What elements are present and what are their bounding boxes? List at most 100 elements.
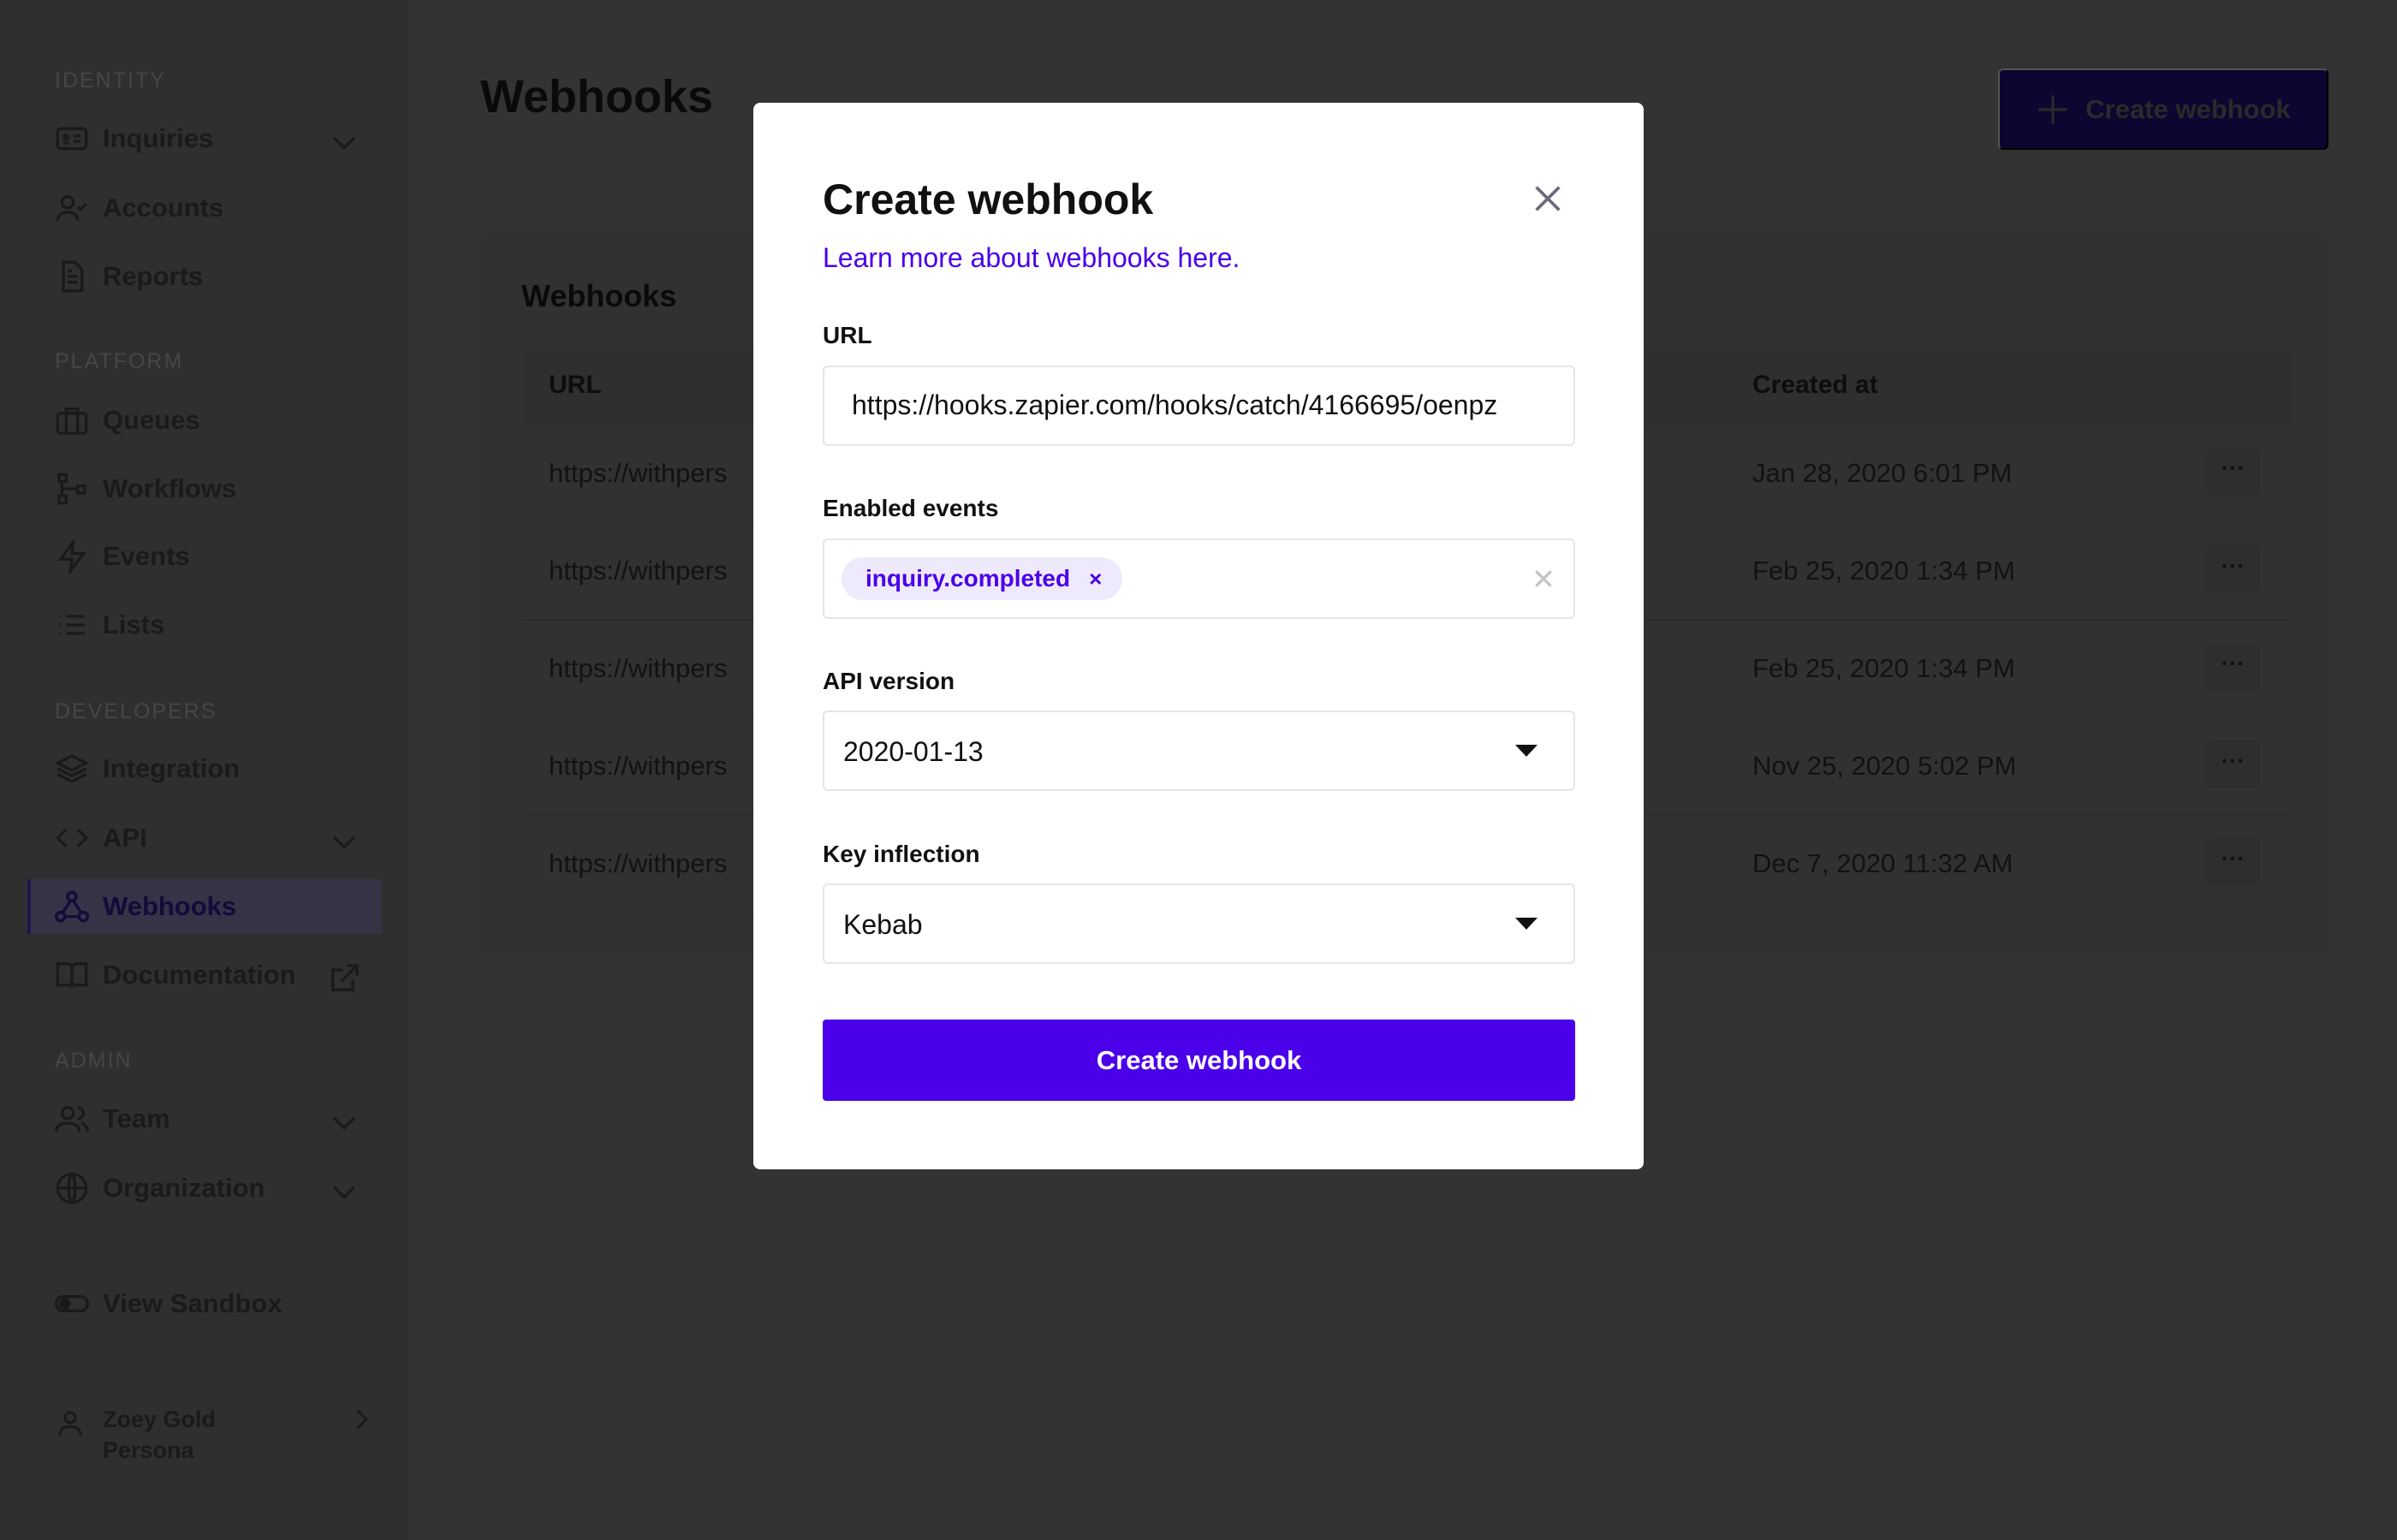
row-created-at: Jan 28, 2020 6:01 PM: [1752, 458, 2013, 488]
api-version-select[interactable]: 2020-01-13: [823, 711, 1575, 791]
sidebar-item-label: Documentation: [103, 960, 296, 990]
sidebar-item-label: Queues: [103, 405, 200, 435]
row-created-at: Dec 7, 2020 11:32 AM: [1752, 848, 2013, 878]
webhook-icon: [55, 890, 89, 923]
create-webhook-button[interactable]: Create webhook: [1998, 68, 2329, 150]
chevron-down-icon[interactable]: [327, 1174, 361, 1209]
code-icon: [55, 828, 89, 848]
enabled-events-label: Enabled events: [823, 495, 999, 521]
row-url: https://withpers: [549, 556, 728, 586]
document-icon: [62, 260, 84, 293]
event-chip-label: inquiry.completed: [865, 565, 1071, 592]
row-url: https://withpers: [549, 751, 728, 781]
submit-create-webhook-button[interactable]: Create webhook: [823, 1020, 1575, 1101]
sidebar-item-label: Inquiries: [103, 123, 214, 153]
sidebar-item-label: Accounts: [103, 193, 224, 223]
sidebar-item-label: Organization: [103, 1173, 265, 1203]
row-url: https://withpers: [549, 653, 728, 683]
external-link-icon[interactable]: [327, 961, 361, 996]
row-created-at: Nov 25, 2020 5:02 PM: [1752, 751, 2017, 781]
row-menu-button[interactable]: ···: [2206, 643, 2260, 691]
section-platform: PLATFORM: [55, 349, 184, 373]
remove-chip-icon[interactable]: ×: [1089, 566, 1102, 592]
key-inflection-label: Key inflection: [823, 841, 980, 867]
chevron-right-icon[interactable]: [346, 1404, 377, 1435]
toggle-icon[interactable]: [55, 1287, 89, 1321]
row-menu-button[interactable]: ···: [2206, 448, 2260, 496]
sidebar-item-accounts[interactable]: Accounts: [27, 181, 382, 235]
sidebar-item-label: Events: [103, 541, 190, 571]
sidebar-item-label: Workflows: [103, 473, 237, 503]
row-created-at: Feb 25, 2020 1:34 PM: [1752, 556, 2015, 586]
sidebar-item-label: Webhooks: [103, 891, 237, 921]
row-menu-button[interactable]: ···: [2206, 838, 2260, 886]
sidebar-item-label: View Sandbox: [103, 1288, 283, 1318]
chevron-down-icon[interactable]: [327, 125, 361, 159]
api-version-value: 2020-01-13: [843, 736, 984, 767]
sidebar-item-lists[interactable]: Lists: [27, 598, 382, 652]
card-title: Webhooks: [521, 278, 677, 313]
user-menu[interactable]: Zoey Gold Persona: [55, 1404, 369, 1466]
sidebar-item-label: Reports: [103, 261, 204, 291]
page-title: Webhooks: [480, 71, 714, 122]
globe-icon: [56, 1172, 88, 1204]
row-menu-button[interactable]: ···: [2206, 740, 2260, 788]
book-icon: [56, 962, 88, 989]
layers-icon: [55, 754, 89, 783]
chevron-down-icon[interactable]: [327, 1105, 361, 1139]
enabled-events-field[interactable]: inquiry.completed ×: [823, 538, 1575, 619]
users-icon: [55, 1106, 89, 1133]
create-webhook-label: Create webhook: [2085, 93, 2291, 124]
row-url: https://withpers: [549, 848, 728, 878]
clear-icon[interactable]: [1532, 568, 1555, 590]
lightning-icon: [57, 539, 86, 574]
sidebar-item-queues[interactable]: Queues: [27, 393, 382, 448]
url-input[interactable]: [852, 389, 1549, 421]
caret-down-icon: [1515, 745, 1538, 757]
modal-title: Create webhook: [823, 175, 1154, 223]
id-card-icon: [56, 127, 88, 151]
sidebar-item-label: Team: [103, 1103, 170, 1133]
url-label: URL: [823, 322, 872, 348]
sidebar-item-reports[interactable]: Reports: [27, 249, 382, 304]
user-org: Persona: [103, 1437, 194, 1463]
section-developers: DEVELOPERS: [55, 699, 217, 723]
learn-more-link[interactable]: Learn more about webhooks here.: [823, 242, 1240, 274]
caret-down-icon: [1515, 918, 1538, 930]
section-admin: ADMIN: [55, 1049, 133, 1073]
sidebar-item-label: Integration: [103, 753, 241, 783]
section-identity: IDENTITY: [55, 68, 166, 92]
user-icon: [58, 1411, 82, 1436]
sidebar-item-documentation[interactable]: Documentation: [27, 948, 382, 1002]
key-inflection-value: Kebab: [843, 909, 923, 940]
row-url: https://withpers: [549, 458, 728, 488]
column-url: URL: [549, 371, 602, 399]
briefcase-icon: [56, 407, 88, 435]
sidebar-item-organization[interactable]: Organization: [27, 1161, 382, 1216]
sidebar-item-integration[interactable]: Integration: [27, 741, 382, 796]
create-webhook-modal: Create webhook Learn more about webhooks…: [753, 103, 1644, 1169]
sidebar-item-team[interactable]: Team: [27, 1091, 382, 1146]
sidebar-item-view-sandbox[interactable]: View Sandbox: [27, 1276, 382, 1331]
row-menu-button[interactable]: ···: [2206, 545, 2260, 593]
plus-icon: [2038, 94, 2067, 124]
event-chip: inquiry.completed ×: [842, 557, 1123, 600]
url-field[interactable]: [823, 366, 1575, 446]
api-version-label: API version: [823, 668, 955, 694]
sidebar-item-label: API: [103, 823, 147, 853]
column-created-at: Created at: [1752, 371, 1878, 399]
list-icon: [59, 615, 85, 635]
chevron-down-icon[interactable]: [327, 824, 361, 859]
close-icon[interactable]: [1531, 181, 1565, 216]
key-inflection-select[interactable]: Kebab: [823, 883, 1575, 964]
sidebar-item-events[interactable]: Events: [27, 529, 382, 584]
user-check-icon: [56, 195, 87, 222]
sidebar-item-label: Lists: [103, 609, 165, 639]
workflow-icon: [57, 473, 86, 505]
sidebar-item-api[interactable]: API: [27, 811, 382, 865]
row-created-at: Feb 25, 2020 1:34 PM: [1752, 653, 2015, 683]
sidebar-item-workflows[interactable]: Workflows: [27, 461, 382, 516]
sidebar: IDENTITY Inquiries Accounts Reports PLAT…: [0, 0, 409, 1540]
sidebar-item-inquiries[interactable]: Inquiries: [27, 111, 382, 166]
sidebar-item-webhooks[interactable]: Webhooks: [27, 879, 382, 934]
